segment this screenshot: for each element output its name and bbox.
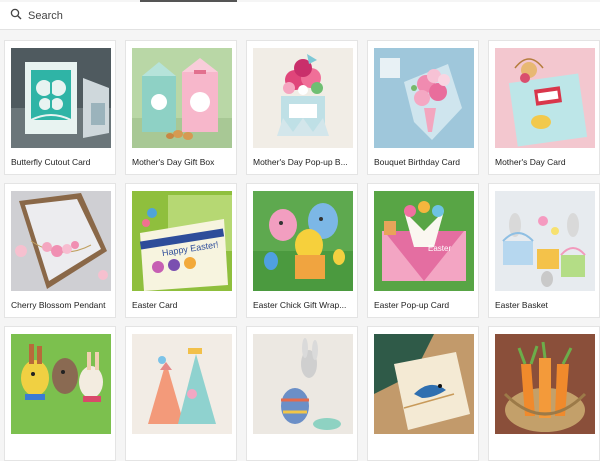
card-image [495, 334, 595, 434]
search-input[interactable] [28, 9, 428, 22]
card-butterfly-cutout-card[interactable]: Butterfly Cutout Card [4, 40, 116, 175]
card-title: Easter Pop-up Card [374, 300, 450, 310]
card-mothers-day-card[interactable]: Mother's Day Card [488, 40, 600, 175]
card-easter-basket[interactable]: Easter Basket [488, 183, 600, 318]
card-easter-bunny-eggs[interactable] [4, 326, 116, 461]
card-title: Mother's Day Pop-up B... [253, 157, 348, 167]
card-title: Easter Card [132, 300, 178, 310]
card-easter-bunny-egg-stand[interactable] [246, 326, 358, 461]
card-bouquet-birthday-card[interactable]: Bouquet Birthday Card [367, 40, 479, 175]
card-carrot-basket[interactable] [488, 326, 600, 461]
card-bird-card[interactable] [367, 326, 479, 461]
card-title: Easter Chick Gift Wrap... [253, 300, 347, 310]
craft-grid: Butterfly Cutout Card Mother's Day Gift … [4, 40, 600, 461]
card-easter-card[interactable]: Happy Easter! Easter Card [125, 183, 237, 318]
card-pyramid-gift-boxes[interactable] [125, 326, 237, 461]
card-title: Bouquet Birthday Card [374, 157, 460, 167]
search-bar[interactable] [0, 2, 600, 30]
card-title: Cherry Blossom Pendant [11, 300, 106, 310]
card-image [132, 334, 232, 434]
card-image [374, 334, 474, 434]
card-image [253, 191, 353, 291]
card-title: Butterfly Cutout Card [11, 157, 91, 167]
card-title: Mother's Day Card [495, 157, 566, 167]
card-image [132, 48, 232, 148]
search-icon [10, 7, 22, 25]
card-image [374, 48, 474, 148]
card-mothers-day-gift-box[interactable]: Mother's Day Gift Box [125, 40, 237, 175]
card-image: Happy Easter! [132, 191, 232, 291]
card-image [253, 334, 353, 434]
card-easter-chick-gift-wrap[interactable]: Easter Chick Gift Wrap... [246, 183, 358, 318]
card-mothers-day-popup-box[interactable]: Mother's Day Pop-up B... [246, 40, 358, 175]
card-title: Mother's Day Gift Box [132, 157, 215, 167]
card-image [495, 191, 595, 291]
card-easter-popup-card[interactable]: Easter Easter Pop-up Card [367, 183, 479, 318]
card-image-caption: Easter [428, 244, 451, 253]
card-title: Easter Basket [495, 300, 548, 310]
card-cherry-blossom-pendant[interactable]: Cherry Blossom Pendant [4, 183, 116, 318]
card-image [495, 48, 595, 148]
card-image [11, 48, 111, 148]
card-image [11, 191, 111, 291]
card-image [11, 334, 111, 434]
card-image: Easter [374, 191, 474, 291]
card-image [253, 48, 353, 148]
